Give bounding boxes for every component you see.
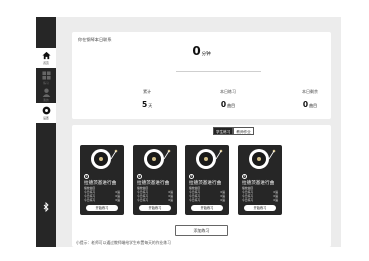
tab-teacher-homework[interactable]: 教师作业 xyxy=(233,127,254,135)
stat-unit: 曲目 xyxy=(227,103,236,108)
stat-value: 5 xyxy=(142,100,148,109)
stat-label: 本日练习 xyxy=(220,89,236,94)
song-number-badge: 3 xyxy=(189,174,194,179)
tonearm-icon xyxy=(163,149,171,160)
user-icon xyxy=(42,88,50,97)
song-card[interactable]: 2 拉德茨基进行曲 播放曲目 今日练习 0遍 今日练习 0遍 今日练习 0遍 开始练习 xyxy=(133,145,177,215)
start-practice-button[interactable]: 开始练习 xyxy=(139,205,171,211)
song-card[interactable]: 3 拉德茨基进行曲 播放曲目 今日练习 0遍 今日练习 0遍 今日练习 0遍 开始练习 xyxy=(185,145,229,215)
song-number-badge: 1 xyxy=(84,174,89,179)
practice-section: 学生练习 教师作业 1 拉德茨基进行曲 播放曲目 今日练习 0遍 今日练习 0遍 今… xyxy=(72,125,331,247)
row-value: 0遍 xyxy=(168,198,173,202)
practice-tabs: 学生练习 教师作业 xyxy=(213,127,254,135)
today-value: 0 xyxy=(192,44,201,58)
tonearm-icon xyxy=(268,149,276,160)
card-row: 今日练习 0遍 xyxy=(242,198,278,202)
row-value: 0遍 xyxy=(273,198,278,202)
grid-icon xyxy=(41,71,51,80)
vinyl-record-icon xyxy=(249,149,269,169)
today-minutes: 0分钟 xyxy=(72,44,331,58)
row-label: 今日练习 xyxy=(84,198,96,202)
song-number-badge: 4 xyxy=(242,174,247,179)
song-card[interactable]: 1 拉德茨基进行曲 播放曲目 今日练习 0遍 今日练习 0遍 今日练习 0遍 开始练习 xyxy=(80,145,124,215)
tonearm-icon xyxy=(110,149,118,160)
start-practice-button[interactable]: 开始练习 xyxy=(191,205,223,211)
row-value: 0遍 xyxy=(115,198,120,202)
tip-text: 小提示：老师可以通过教师端给学生布置每天的作业练习 xyxy=(76,240,171,245)
add-practice-button[interactable]: 添加练习 xyxy=(175,225,228,236)
sidebar: 首页 练习 我的 设置 xyxy=(36,17,56,247)
row-label: 今日练习 xyxy=(242,198,254,202)
row-label: 今日练习 xyxy=(137,198,149,202)
start-practice-button[interactable]: 开始练习 xyxy=(86,205,118,211)
stat-today-practice: 本日练习 0曲目 xyxy=(220,89,236,109)
stat-label: 累计 xyxy=(143,89,152,94)
card-row: 今日练习 0遍 xyxy=(189,198,225,202)
vinyl-record-icon xyxy=(144,149,164,169)
vinyl-record-icon xyxy=(91,149,111,169)
stat-value: 0 xyxy=(220,100,227,109)
stat-unit: 曲目 xyxy=(309,103,318,108)
row-label: 今日练习 xyxy=(189,198,201,202)
sidebar-item-label: 我的 xyxy=(43,98,49,102)
stat-value: 0 xyxy=(302,100,309,109)
summary-title: 你在钢琴本日联系 xyxy=(78,37,112,42)
stat-label: 本日剩余 xyxy=(302,89,318,94)
tab-student-practice[interactable]: 学生练习 xyxy=(213,127,234,135)
stat-today-remaining: 本日剩余 0曲目 xyxy=(302,89,318,109)
row-value: 0遍 xyxy=(220,198,225,202)
sidebar-item-home[interactable]: 首页 xyxy=(36,48,56,68)
sidebar-item-settings[interactable]: 设置 xyxy=(36,103,56,123)
today-unit: 分钟 xyxy=(201,52,211,57)
stat-total-days: 累计 5天 xyxy=(142,89,152,109)
sidebar-item-profile[interactable]: 我的 xyxy=(36,85,56,105)
summary-divider xyxy=(176,71,261,72)
record-icon xyxy=(42,106,50,115)
card-row: 今日练习 0遍 xyxy=(137,198,173,202)
practice-summary-card: 你在钢琴本日联系 0分钟 累计 5天 本日练习 0曲目 本日剩余 0曲目 xyxy=(72,32,331,119)
stat-unit: 天 xyxy=(148,103,153,108)
tonearm-icon xyxy=(215,149,223,160)
start-practice-button[interactable]: 开始练习 xyxy=(244,205,276,211)
bluetooth-icon[interactable] xyxy=(41,202,51,212)
sidebar-item-label: 设置 xyxy=(43,116,49,120)
sidebar-item-label: 首页 xyxy=(43,61,49,65)
song-number-badge: 2 xyxy=(137,174,142,179)
app-window: 首页 练习 我的 设置 你在钢琴本日联系 0分钟 累计 5天 本日练习 0曲目 … xyxy=(36,17,341,247)
vinyl-record-icon xyxy=(196,149,216,169)
home-icon xyxy=(41,51,51,60)
card-row: 今日练习 0遍 xyxy=(84,198,120,202)
song-card[interactable]: 4 拉德茨基进行曲 播放曲目 今日练习 0遍 今日练习 0遍 今日练习 0遍 开始练习 xyxy=(238,145,282,215)
